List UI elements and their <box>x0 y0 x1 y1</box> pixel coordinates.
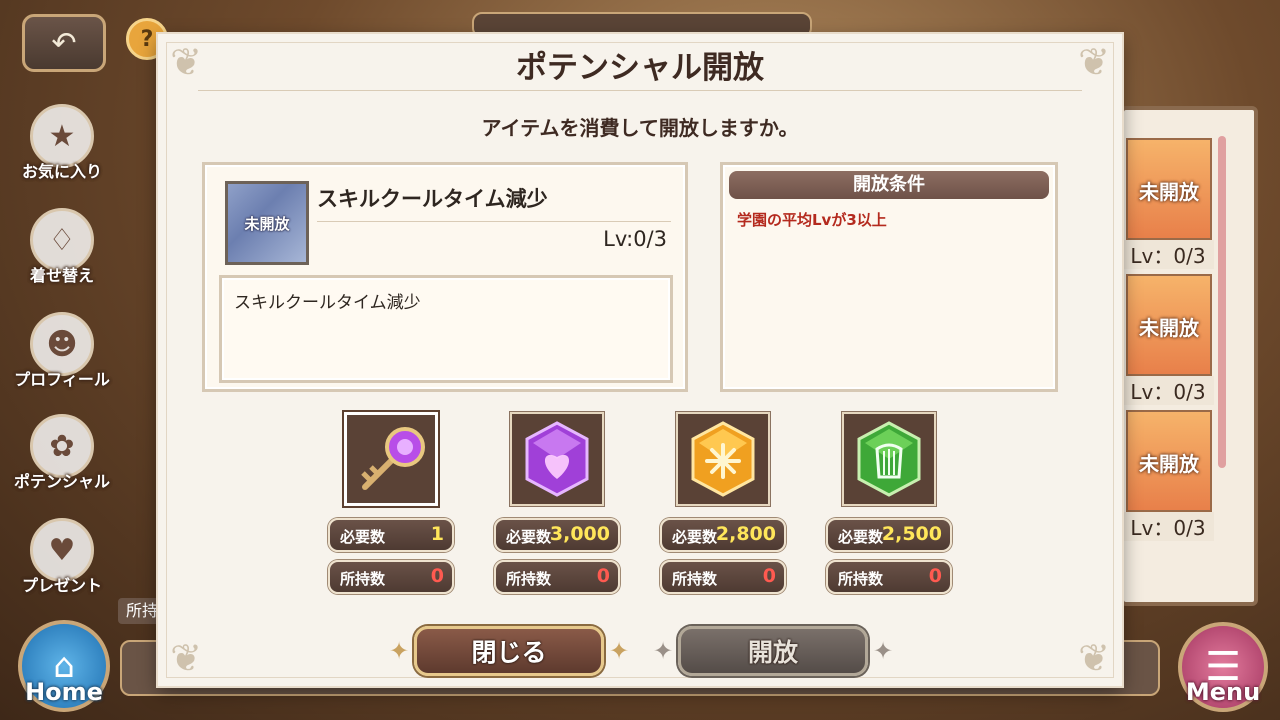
required-value: 2,800 <box>715 523 776 545</box>
unlock-button-label: 開放 <box>747 638 798 667</box>
menu-label: Menu <box>1185 678 1261 706</box>
required-value: 2,500 <box>881 523 942 545</box>
owned-value: 0 <box>928 565 942 587</box>
skill-description: スキルクールタイム減少 <box>219 275 673 383</box>
side-menu-label: プレゼント <box>21 576 102 595</box>
potential-unlock-dialog: ❦ ❦ ❦ ❦ ポテンシャル開放 アイテムを消費して開放しますか。 未開放 スキ… <box>158 34 1122 686</box>
required-count: 必要数 2,500 <box>826 518 952 552</box>
potential-card-status: 未開放 <box>1139 180 1199 204</box>
key-icon <box>361 427 425 490</box>
title-divider <box>198 90 1082 91</box>
potential-card-level: Lv：0/3 <box>1122 512 1214 541</box>
item-slot[interactable] <box>344 412 438 506</box>
green-harp-crystal-icon <box>857 421 921 497</box>
conditions-header: 開放条件 <box>729 171 1049 199</box>
side-menu-label: 着せ替え <box>29 266 94 285</box>
required-label: 必要数 <box>340 528 386 546</box>
side-menu-label: お気に入り <box>21 162 102 181</box>
condition-item: 学園の平均Lvが3以上 <box>737 211 887 229</box>
skill-level: Lv:0/3 <box>603 227 667 251</box>
home-label: Home <box>25 678 103 706</box>
wing-ornament-icon: ✦ <box>652 637 674 665</box>
potential-card-status: 未開放 <box>1139 452 1199 476</box>
unlock-conditions-panel: 開放条件 学園の平均Lvが3以上 <box>720 162 1058 392</box>
potential-card-level: Lv：0/3 <box>1122 376 1214 405</box>
back-arrow-icon: ↶ <box>51 25 77 61</box>
unlock-button[interactable]: 開放 <box>678 626 868 676</box>
item-slot[interactable] <box>842 412 936 506</box>
required-label: 必要数 <box>506 528 552 546</box>
owned-value: 0 <box>762 565 776 587</box>
side-menu-label: プロフィール <box>14 370 110 389</box>
potential-card-status: 未開放 <box>1139 316 1199 340</box>
item-slot[interactable] <box>510 412 604 506</box>
owned-label: 所持数 <box>672 570 718 588</box>
wing-ornament-icon: ✦ <box>872 637 894 665</box>
owned-count: 所持数 0 <box>660 560 786 594</box>
owned-label: 所持数 <box>506 570 552 588</box>
corner-ornament-icon: ❦ <box>1078 636 1110 680</box>
skill-name: スキルクールタイム減少 <box>317 183 671 222</box>
item-slot[interactable] <box>676 412 770 506</box>
owned-label: 所持数 <box>340 570 386 588</box>
required-value: 1 <box>430 523 444 545</box>
side-menu-profile[interactable]: ☻ プロフィール <box>4 312 120 402</box>
side-menu-label: ポテンシャル <box>13 472 110 491</box>
required-label: 必要数 <box>838 528 884 546</box>
skill-icon-status: 未開放 <box>244 214 290 233</box>
required-count: 必要数 1 <box>328 518 454 552</box>
skill-icon: 未開放 <box>225 181 309 265</box>
question-icon: ? <box>140 26 154 52</box>
required-count: 必要数 2,800 <box>660 518 786 552</box>
owned-count: 所持数 0 <box>328 560 454 594</box>
owned-count: 所持数 0 <box>826 560 952 594</box>
side-menu-present[interactable]: ♥ プレゼント <box>4 518 120 608</box>
owned-value: 0 <box>596 565 610 587</box>
side-menu-dress-up[interactable]: ♢ 着せ替え <box>4 208 120 298</box>
skill-description-text: スキルクールタイム減少 <box>234 293 421 313</box>
purple-heart-crystal-icon <box>525 421 589 497</box>
owned-value: 0 <box>430 565 444 587</box>
wing-ornament-icon: ✦ <box>608 637 630 665</box>
required-label: 必要数 <box>672 528 718 546</box>
side-menu-potential[interactable]: ✿ ポテンシャル <box>4 414 120 504</box>
owned-label: 所持数 <box>838 570 884 588</box>
close-button[interactable]: 閉じる <box>414 626 604 676</box>
side-menu-favorites[interactable]: ★ お気に入り <box>4 104 120 194</box>
required-value: 3,000 <box>549 523 610 545</box>
corner-ornament-icon: ❦ <box>170 636 202 680</box>
close-button-label: 閉じる <box>471 638 547 667</box>
orange-sun-crystal-icon <box>691 421 755 497</box>
potential-card-level: Lv：0/3 <box>1122 240 1214 269</box>
list-scrollbar[interactable] <box>1218 136 1226 468</box>
required-count: 必要数 3,000 <box>494 518 620 552</box>
confirm-question: アイテムを消費して開放しますか。 <box>481 116 799 140</box>
owned-count: 所持数 0 <box>494 560 620 594</box>
wing-ornament-icon: ✦ <box>388 637 410 665</box>
back-button[interactable]: ↶ <box>22 14 106 72</box>
skill-info-panel: 未開放 スキルクールタイム減少 Lv:0/3 スキルクールタイム減少 <box>202 162 688 392</box>
dialog-title: ポテンシャル開放 <box>516 50 764 86</box>
